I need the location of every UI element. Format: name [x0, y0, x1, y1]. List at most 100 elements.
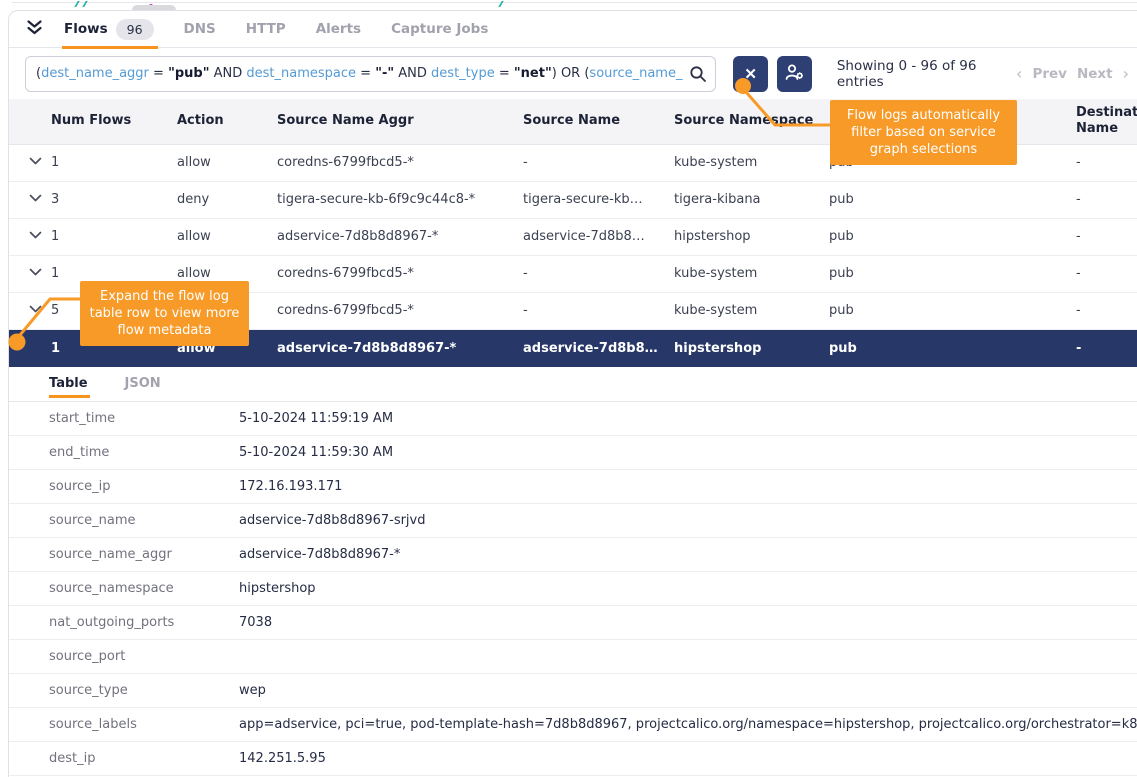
query-token-value: "-" [375, 66, 394, 81]
cell-source-name-aggr: coredns-6799fbcd5-* [277, 303, 523, 318]
cell-action: allow [177, 155, 277, 170]
detail-tab-table[interactable]: Table [49, 366, 88, 401]
query-token-field: dest_type [431, 66, 495, 81]
detail-key: source_name [49, 513, 239, 528]
chevron-down-icon [29, 266, 42, 281]
query-token-op: AND [209, 66, 246, 81]
cell-destination-name: - [1076, 266, 1137, 281]
cell-dest-name-aggr: pub [829, 229, 1076, 244]
detail-row: source_name adservice-7d8b8d8967-srjvd [9, 504, 1137, 538]
detail-tab-json[interactable]: JSON [125, 366, 161, 401]
tab-label: DNS [184, 21, 216, 37]
detail-key: source_namespace [49, 581, 239, 596]
detail-key: end_time [49, 445, 239, 460]
cutoff-top-fragments [0, 0, 1137, 10]
cell-action: allow [177, 229, 277, 244]
col-header-num-flows: Num Flows [51, 113, 177, 129]
cell-num-flows: 1 [51, 155, 177, 170]
flow-table-row[interactable]: 1 allow adservice-7d8b8d8967-* adservice… [9, 219, 1137, 256]
tab-alerts[interactable]: Alerts [316, 11, 361, 48]
log-type-tabbar: Flows 96 DNS HTTP Alerts Capture Jobs [9, 11, 1137, 48]
row-expander[interactable] [29, 192, 51, 207]
cell-source-name: tigera-secure-kb… [523, 192, 674, 207]
detail-value: 5-10-2024 11:59:30 AM [239, 445, 1137, 460]
detail-value: 5-10-2024 11:59:19 AM [239, 411, 1137, 426]
detail-value: 7038 [239, 615, 1137, 630]
detail-key: start_time [49, 411, 239, 426]
user-settings-button[interactable] [777, 56, 812, 92]
double-chevron-down-icon [25, 19, 44, 40]
col-header-destination-name: Destination Name [1076, 105, 1137, 138]
detail-table: start_time 5-10-2024 11:59:19 AM end_tim… [9, 402, 1137, 776]
cell-destination-name: - [1076, 229, 1137, 244]
query-token-op: = [149, 66, 168, 81]
cell-source-name: - [523, 303, 674, 318]
query-token-value: "pub" [168, 66, 209, 81]
cell-dest-name-aggr: pub [829, 303, 1076, 318]
cell-source-name: adservice-7d8b8… [523, 341, 674, 356]
detail-row: nat_outgoing_ports 7038 [9, 606, 1137, 640]
person-gear-icon [784, 63, 805, 85]
cell-source-name: - [523, 155, 674, 170]
flow-logs-page: Flows 96 DNS HTTP Alerts Capture Jobs (d… [0, 0, 1137, 777]
collapse-panel-button[interactable] [25, 19, 44, 40]
next-button[interactable]: Next [1077, 66, 1113, 82]
detail-key: source_name_aggr [49, 547, 239, 562]
prev-button[interactable]: Prev [1032, 66, 1067, 82]
row-expander[interactable] [29, 229, 51, 244]
chevron-down-icon [29, 229, 42, 244]
cell-source-name-aggr: coredns-6799fbcd5-* [277, 155, 523, 170]
cell-num-flows: 1 [51, 266, 177, 281]
row-expander[interactable] [29, 303, 51, 318]
cell-action: allow [177, 266, 277, 281]
tooltip-expand-row-info: Expand the flow log table row to view mo… [80, 281, 249, 346]
query-token-op: AND [394, 66, 431, 81]
cell-source-namespace: hipstershop [674, 229, 829, 244]
query-token-op: = [495, 66, 514, 81]
detail-key: dest_ip [49, 751, 239, 766]
detail-row: source_name_aggr adservice-7d8b8d8967-* [9, 538, 1137, 572]
detail-row: end_time 5-10-2024 11:59:30 AM [9, 436, 1137, 470]
cell-source-namespace: kube-system [674, 155, 829, 170]
prev-angle-icon: ‹ [1016, 64, 1022, 83]
tab-http[interactable]: HTTP [246, 11, 286, 48]
query-token-value: "net" [514, 66, 552, 81]
chevron-down-icon [29, 192, 42, 207]
detail-key: source_labels [49, 717, 239, 732]
graph-edge-fragment-icon [74, 1, 87, 7]
detail-value: adservice-7d8b8d8967-srjvd [239, 513, 1137, 528]
flow-table-row[interactable]: 3 deny tigera-secure-kb-6f9c9c44c8-* tig… [9, 182, 1137, 219]
search-icon[interactable] [683, 59, 713, 89]
col-header-source-name: Source Name [523, 113, 674, 129]
clear-filter-button[interactable]: ✕ [733, 56, 768, 92]
detail-tabbar: Table JSON [9, 367, 1137, 402]
tooltip-filter-info: Flow logs automatically filter based on … [830, 100, 1017, 165]
row-expander[interactable] [29, 266, 51, 281]
cell-dest-name-aggr: pub [829, 266, 1076, 281]
cell-destination-name: - [1076, 192, 1137, 207]
detail-key: source_type [49, 683, 239, 698]
pagination-summary: Showing 0 - 96 of 96 entries [837, 58, 1016, 90]
detail-row: source_namespace hipstershop [9, 572, 1137, 606]
tab-flows[interactable]: Flows 96 [64, 11, 154, 48]
cell-source-name-aggr: adservice-7d8b8d8967-* [277, 341, 523, 356]
detail-value: 142.251.5.95 [239, 751, 1137, 766]
detail-row: source_port [9, 640, 1137, 674]
tab-dns[interactable]: DNS [184, 11, 216, 48]
cell-destination-name: - [1076, 303, 1137, 318]
query-token-field: dest_namespace [246, 66, 356, 81]
next-angle-icon: › [1123, 64, 1129, 83]
row-expander[interactable] [29, 155, 51, 170]
query-input[interactable]: (dest_name_aggr = "pub" AND dest_namespa… [25, 56, 716, 92]
query-token-op: = [356, 66, 375, 81]
cell-source-namespace: tigera-kibana [674, 192, 829, 207]
top-divider [12, 2, 1137, 3]
detail-row: source_ip 172.16.193.171 [9, 470, 1137, 504]
query-token-op: ) OR ( [552, 66, 590, 81]
cell-num-flows: 1 [51, 229, 177, 244]
col-header-source-name-aggr: Source Name Aggr [277, 113, 523, 129]
col-header-action: Action [177, 113, 277, 129]
detail-row: start_time 5-10-2024 11:59:19 AM [9, 402, 1137, 436]
tab-capture-jobs[interactable]: Capture Jobs [391, 11, 488, 48]
detail-value: adservice-7d8b8d8967-* [239, 547, 1137, 562]
